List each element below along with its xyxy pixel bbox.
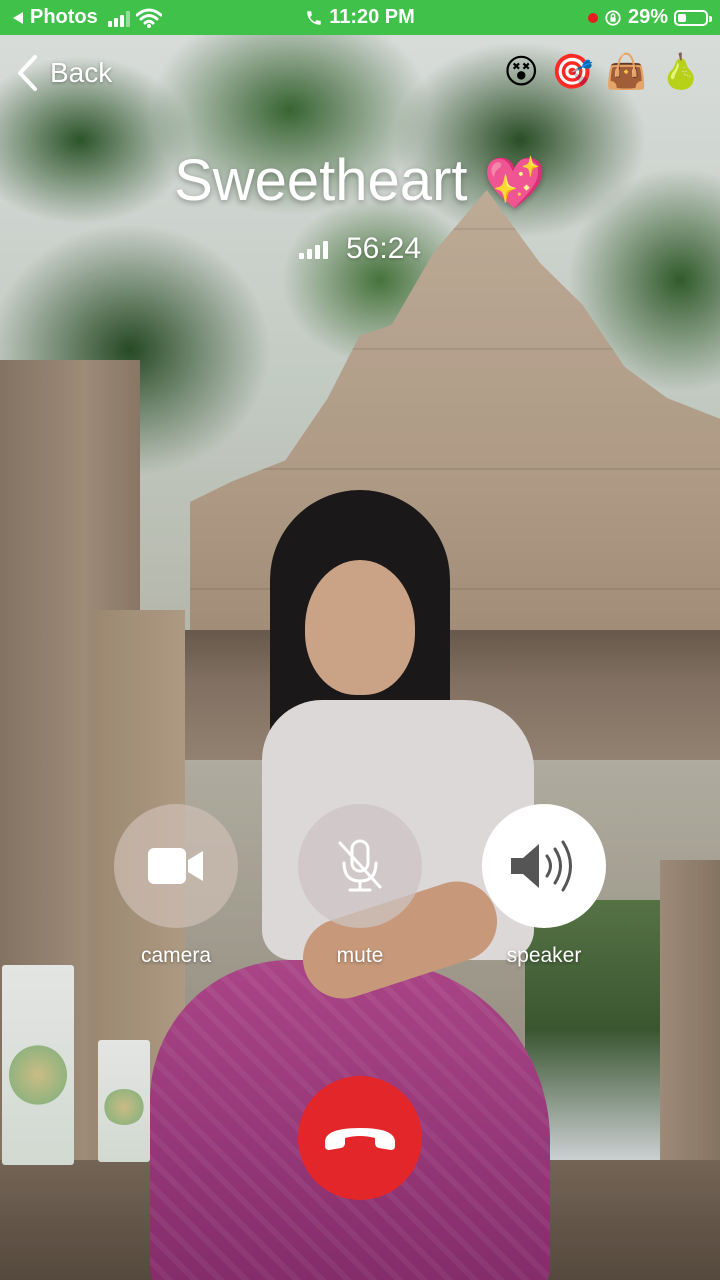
speaker-wave-icon	[511, 840, 572, 892]
microphone-slash-icon	[338, 839, 382, 892]
phone-call-icon	[307, 10, 321, 25]
caller-name: Sweetheart 💖	[0, 146, 720, 218]
camera-label: camera	[140, 944, 212, 967]
back-triangle-icon	[13, 11, 23, 24]
mute-label: mute	[336, 944, 384, 967]
call-status: 56:24	[0, 232, 720, 266]
caller-name-text: Sweetheart	[174, 148, 468, 213]
sparkling-heart-emoji: 💖	[483, 155, 546, 211]
mute-button[interactable]	[298, 804, 422, 928]
emoji-row: 😵 🎯 👜 🍐	[504, 50, 702, 94]
orientation-lock-icon	[605, 9, 621, 26]
dizzy-face-emoji[interactable]: 😵	[504, 50, 539, 94]
phone-hangup-icon	[325, 1128, 395, 1150]
battery-percent: 29%	[627, 6, 668, 28]
wifi-icon	[135, 8, 162, 28]
status-bar: Photos 11:20 PM 29%	[0, 0, 720, 35]
status-time: 11:20 PM	[329, 6, 415, 28]
handbag-emoji[interactable]: 👜	[605, 50, 647, 94]
target-emoji[interactable]: 🎯	[551, 50, 593, 94]
cellular-signal-icon	[107, 9, 130, 27]
pear-emoji[interactable]: 🍐	[660, 50, 702, 94]
end-call-button[interactable]	[298, 1076, 422, 1200]
speaker-control: speaker	[454, 804, 634, 968]
camera-control: camera	[86, 804, 266, 968]
battery-icon	[673, 9, 712, 26]
video-camera-icon	[148, 848, 203, 884]
recording-dot-icon	[587, 12, 598, 23]
camera-button[interactable]	[114, 804, 238, 928]
battery-level	[677, 13, 686, 22]
mute-control: mute	[270, 804, 450, 968]
back-button[interactable]: Back	[16, 52, 112, 94]
back-label: Back	[50, 57, 113, 88]
speaker-label: speaker	[506, 944, 582, 967]
speaker-button[interactable]	[482, 804, 606, 928]
chevron-left-icon	[18, 55, 37, 91]
call-duration: 56:24	[345, 232, 422, 265]
call-quality-icon	[298, 239, 328, 259]
back-to-app-button[interactable]: Photos	[12, 6, 98, 29]
back-app-label: Photos	[30, 6, 98, 28]
